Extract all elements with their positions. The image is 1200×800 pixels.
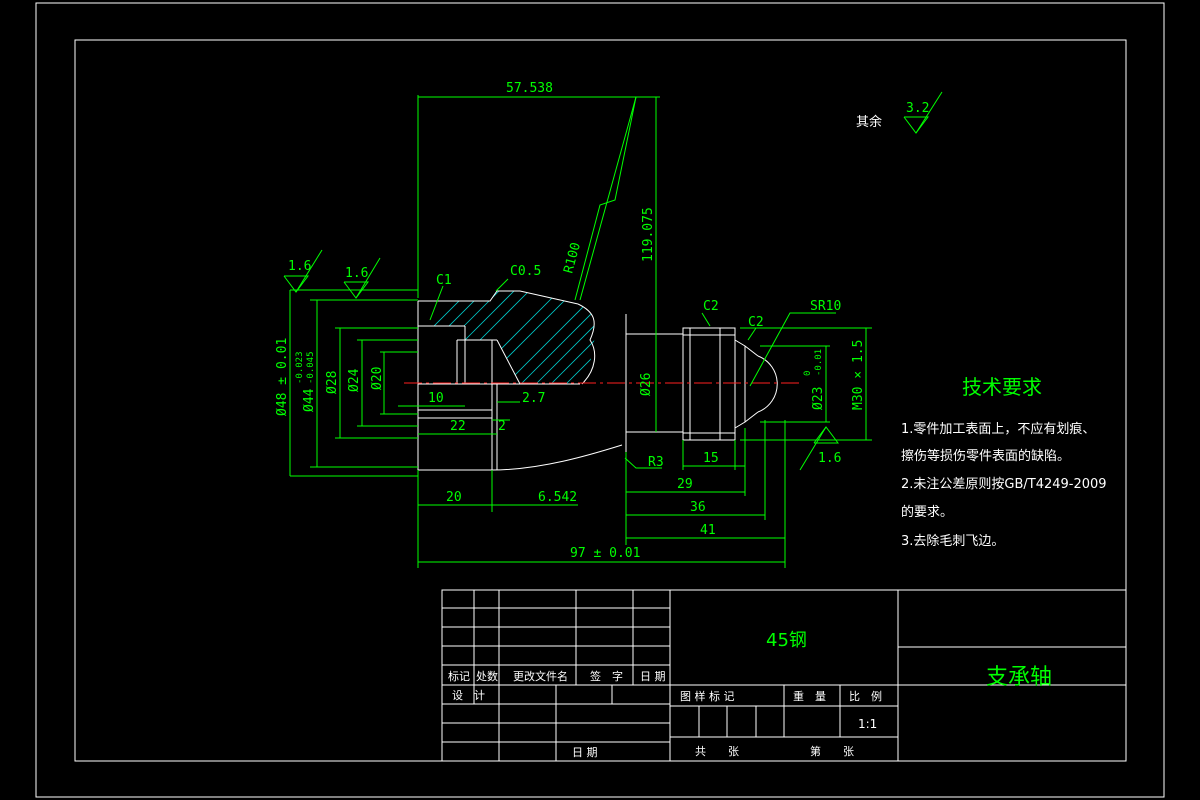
- dim-dia-44-tol-upper: -0.023: [295, 351, 305, 384]
- tb-scale: 1:1: [858, 717, 877, 731]
- dim-chamfer-c2-left: C2: [703, 299, 719, 314]
- dim-dia-20: Ø20: [370, 367, 385, 390]
- dim-total-length: 97 ± 0.01: [570, 546, 640, 561]
- dim-dia-44-tol-lower: -0.045: [306, 351, 316, 384]
- dim-len-15: 15: [703, 451, 719, 466]
- tb-design: 设 计: [452, 689, 485, 702]
- tech-item-2: 擦伤等损伤零件表面的缺陷。: [901, 448, 1070, 464]
- tb-count: 处数: [476, 670, 498, 683]
- dim-top-width: 57.538: [506, 81, 553, 96]
- dim-dia-23: Ø23: [811, 387, 826, 410]
- tb-change-doc: 更改文件名: [513, 669, 568, 683]
- tech-item-1: 1.零件加工表面上，不应有划痕、: [901, 421, 1095, 437]
- tb-part-name: 支承轴: [986, 665, 1052, 690]
- tb-total-sheets: 共 张: [695, 745, 739, 758]
- dim-len-41: 41: [700, 523, 716, 538]
- dim-dia-48: Ø48 ± 0.01: [275, 338, 290, 416]
- finish-left-inner: 1.6: [345, 266, 368, 281]
- tech-item-4: 的要求。: [901, 504, 953, 520]
- tb-weight: 重 量: [793, 689, 826, 703]
- dim-len-20: 20: [446, 490, 462, 505]
- dim-chamfer-c1: C1: [436, 273, 452, 288]
- dim-dia-23-tol-upper: 0: [803, 371, 813, 376]
- dim-fillet-r3: R3: [648, 455, 664, 470]
- dim-dia-28: Ø28: [325, 371, 340, 394]
- dim-height: 119.075: [641, 207, 656, 262]
- tb-date: 日 期: [640, 670, 666, 683]
- tech-requirements-title: 技术要求: [962, 375, 1042, 399]
- dim-len-36: 36: [690, 500, 706, 515]
- dim-radius-large: R100: [561, 241, 584, 275]
- finish-general-value: 3.2: [906, 101, 929, 116]
- tb-material: 45钢: [766, 630, 807, 651]
- cad-drawing: 57.538 119.075 R100 C1 C0.5 C2 C2 SR10 Ø…: [35, 2, 1165, 798]
- dim-dia-44: Ø44: [302, 388, 317, 412]
- dimension-texts: 57.538 119.075 R100 C1 C0.5 C2 C2 SR10 Ø…: [275, 81, 929, 561]
- finish-general-label: 其余: [856, 114, 882, 130]
- dimension-lines: [289, 95, 872, 568]
- tb-sheet-no: 第 张: [810, 744, 854, 758]
- dim-dia-26: Ø26: [639, 373, 654, 396]
- tb-sample-mark: 图 样 标 记: [680, 689, 735, 703]
- dim-len-6-542: 6.542: [538, 490, 577, 505]
- title-block: 45钢 支承轴 标记 处数 更改文件名 签 字 日 期 设 计 图 样 标 记 …: [441, 589, 1127, 762]
- finish-thread-end: 1.6: [818, 451, 841, 466]
- dim-thread: M30 × 1.5: [851, 340, 866, 410]
- tb-ratio: 比 例: [849, 689, 882, 703]
- dim-dia-24: Ø24: [347, 368, 362, 392]
- dim-chamfer-c2-right: C2: [748, 315, 764, 330]
- dim-len-22: 22: [450, 419, 466, 434]
- tb-signature: 签 字: [590, 669, 623, 683]
- sheet-border-inner: [74, 39, 1127, 762]
- surface-finish-symbols: [283, 91, 943, 471]
- dim-len-10: 10: [428, 391, 444, 406]
- dim-sphere-radius: SR10: [810, 299, 841, 314]
- tech-item-3: 2.未注公差原则按GB/T4249-2009: [901, 477, 1107, 492]
- hatch-lines: [418, 291, 596, 384]
- section-hatch-area: [418, 291, 596, 384]
- finish-left-outer: 1.6: [288, 259, 311, 274]
- tech-requirements: 技术要求 1.零件加工表面上，不应有划痕、 擦伤等损伤零件表面的缺陷。 2.未注…: [901, 375, 1107, 549]
- tb-mark: 标记: [448, 669, 470, 683]
- dim-len-2: 2: [498, 419, 506, 434]
- dim-dia-23-tol-lower: -0.01: [814, 349, 824, 376]
- tb-date-bottom: 日 期: [572, 746, 598, 759]
- dim-len-29: 29: [677, 477, 693, 492]
- dim-chamfer-c05: C0.5: [510, 264, 541, 279]
- dim-len-2-7: 2.7: [522, 391, 545, 406]
- tech-item-5: 3.去除毛刺飞边。: [901, 534, 1004, 549]
- part-outline: [417, 290, 778, 471]
